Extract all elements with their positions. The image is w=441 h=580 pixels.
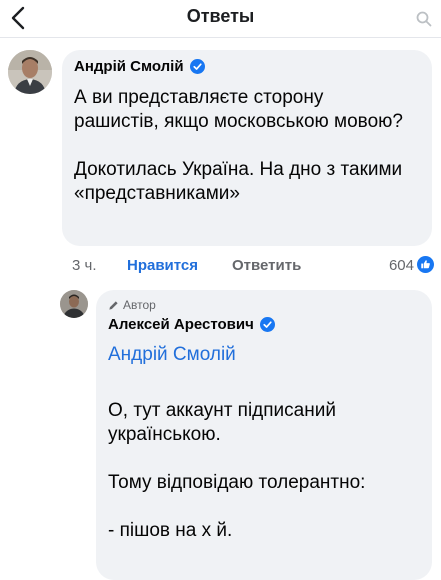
commenter-avatar[interactable] — [8, 50, 52, 94]
pencil-icon — [109, 300, 118, 310]
comment-actions: 3 ч. Нравится Ответить 604 — [72, 255, 434, 277]
page-title: Ответы — [186, 6, 255, 26]
header-divider — [0, 37, 441, 38]
reply-button[interactable]: Ответить — [232, 257, 301, 274]
mention-link[interactable]: Андрій Смолій — [108, 343, 236, 367]
author-badge-label: Автор — [123, 298, 156, 312]
like-button[interactable]: Нравится — [127, 257, 198, 274]
like-reaction-icon[interactable] — [417, 256, 434, 273]
comment-author-name[interactable]: Андрій Смолій — [74, 58, 184, 75]
person-photo-icon — [8, 50, 52, 94]
reply-author-name[interactable]: Алексей Арестович — [108, 316, 254, 333]
reply-author-avatar[interactable] — [60, 290, 88, 318]
reply-text: О, тут аккаунт підписаний українською. Т… — [108, 400, 366, 541]
author-badge: Автор — [108, 298, 156, 312]
person-photo-icon — [60, 290, 88, 318]
comment-bubble: Андрій Смолій А ви представляєте сторону… — [62, 50, 432, 246]
comment-text: А ви представляєте сторону рашистів, якщ… — [74, 87, 403, 204]
comment-time: 3 ч. — [72, 257, 97, 274]
verified-badge-icon — [259, 317, 275, 332]
comment-author[interactable]: Андрій Смолій — [74, 58, 205, 75]
header-bar: Ответы — [0, 0, 441, 36]
reply-author[interactable]: Алексей Арестович — [108, 316, 275, 333]
reply-bubble: Автор Алексей Арестович Андрій Смолій О,… — [96, 290, 432, 580]
verified-badge-icon — [189, 59, 205, 74]
search-icon[interactable] — [415, 10, 433, 28]
reaction-count[interactable]: 604 — [389, 257, 414, 274]
